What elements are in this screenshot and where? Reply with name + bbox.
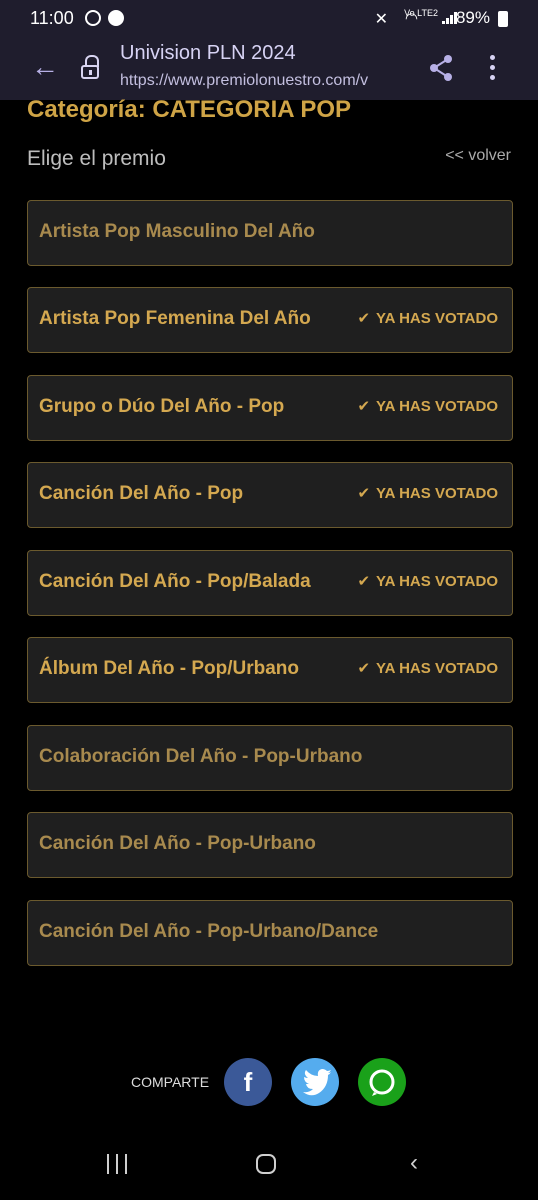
award-item[interactable]: Canción Del Año - Pop ✔ YA HAS VOTADO [27,462,513,528]
twitter-share-button[interactable] [291,1058,339,1106]
home-icon[interactable] [256,1154,276,1174]
check-icon: ✔ [357,398,371,415]
section-subtitle: Elige el premio [27,147,166,170]
award-item[interactable]: Canción Del Año - Pop-Urbano/Dance [27,900,513,966]
award-name: Canción Del Año - Pop/Balada [39,571,311,592]
award-name: Colaboración Del Año - Pop-Urbano [39,746,363,767]
check-icon: ✔ [357,310,371,327]
award-item[interactable]: Álbum Del Año - Pop/Urbano ✔ YA HAS VOTAD… [27,637,513,703]
category-title: Categoría: CATEGORIA POP [27,96,352,123]
share-label: COMPARTE [131,1074,210,1090]
url-bar[interactable]: https://www.premiolonuestro.com/v [120,72,410,90]
status-bar: 11:00 ✕ ◠ Vo LTE2 89% [0,0,538,38]
battery-percent: 89% [455,8,490,27]
award-name: Grupo o Dúo Del Año - Pop [39,396,285,417]
award-name: Canción Del Año - Pop-Urbano/Dance [39,921,379,942]
whatsapp-icon [358,1058,406,1106]
award-name: Canción Del Año - Pop-Urbano [39,833,316,854]
battery-icon [498,11,508,27]
whatsapp-notification-icon [85,10,101,26]
award-item[interactable]: Canción Del Año - Pop/Balada ✔ YA HAS VOT… [27,550,513,616]
award-name: Canción Del Año - Pop [39,483,244,504]
check-icon: ✔ [357,660,371,677]
nav-back-icon[interactable]: ‹ [410,1150,430,1176]
back-arrow-icon[interactable]: ← [30,52,60,82]
recent-apps-icon[interactable] [105,1154,129,1174]
facebook-icon: f [243,1067,253,1097]
status-time: 11:00 [30,8,74,28]
award-item[interactable]: Colaboración Del Año - Pop-Urbano [27,725,513,791]
more-options-icon[interactable] [488,55,498,81]
award-name: Artista Pop Femenina Del Año [39,308,311,329]
award-item[interactable]: Canción Del Año - Pop-Urbano [27,812,513,878]
lte-icon: Vo LTE2 [404,8,438,18]
voted-badge: ✔ YA HAS VOTADO [357,660,498,677]
award-item[interactable]: Artista Pop Femenina Del Año ✔ YA HAS VOT… [27,287,513,353]
check-icon: ✔ [357,485,371,502]
page-title[interactable]: Univision PLN 2024 [120,42,296,65]
facebook-share-button[interactable]: f [224,1058,272,1106]
award-item[interactable]: Artista Pop Masculino Del Año [27,200,513,266]
award-name: Artista Pop Masculino Del Año [39,221,315,242]
voted-badge: ✔ YA HAS VOTADO [357,485,498,502]
voted-badge: ✔ YA HAS VOTADO [357,310,498,327]
twitter-icon [291,1058,339,1106]
facebook-notification-icon [108,10,124,26]
system-nav-bar: ‹ [0,1136,538,1200]
browser-toolbar: ← Univision PLN 2024 https://www.premiol… [0,38,538,100]
check-icon: ✔ [357,573,371,590]
voted-badge: ✔ YA HAS VOTADO [357,573,498,590]
mute-icon: ✕ [374,11,388,28]
award-item[interactable]: Grupo o Dúo Del Año - Pop ✔ YA HAS VOTADO [27,375,513,441]
whatsapp-share-button[interactable] [358,1058,406,1106]
lock-icon[interactable] [80,55,102,81]
voted-badge: ✔ YA HAS VOTADO [357,398,498,415]
back-link[interactable]: << volver [445,147,511,165]
share-icon[interactable] [430,55,454,81]
award-name: Álbum Del Año - Pop/Urbano [39,658,300,679]
